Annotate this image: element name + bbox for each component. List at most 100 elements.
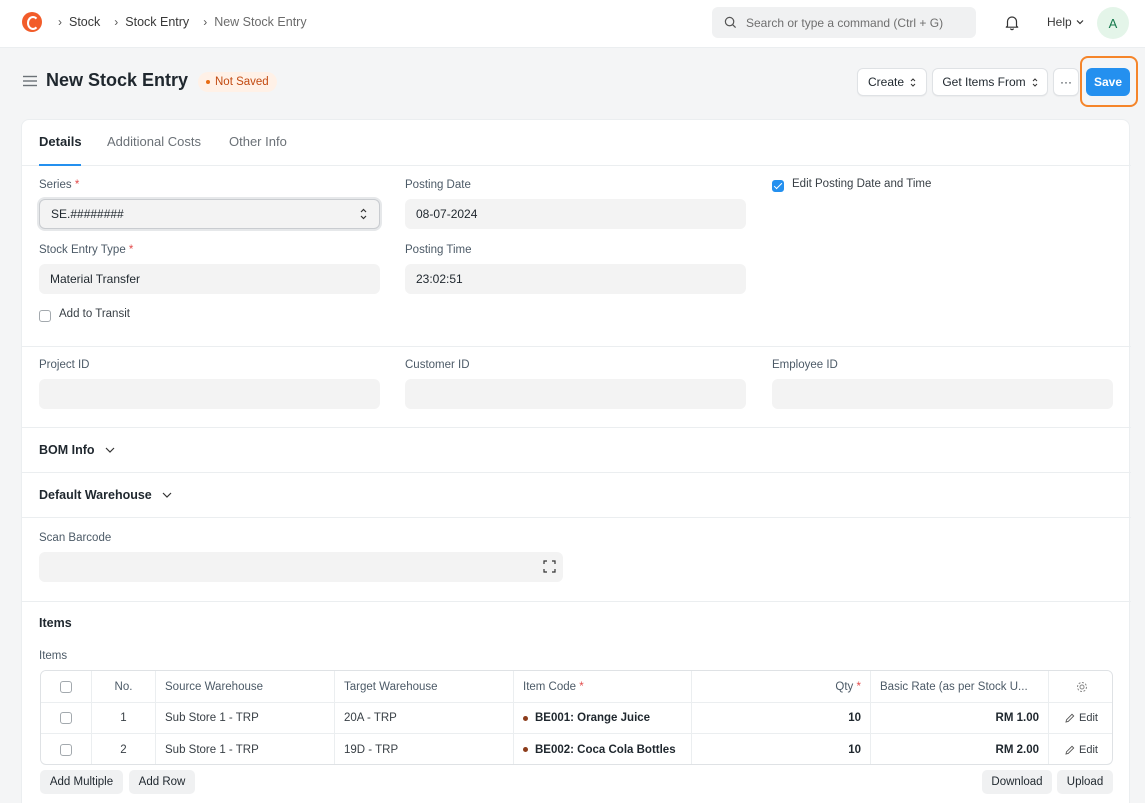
more-icon: ···: [1060, 75, 1072, 89]
row-edit-button[interactable]: Edit: [1065, 712, 1098, 724]
avatar[interactable]: A: [1097, 7, 1129, 39]
breadcrumb-stock-entry[interactable]: Stock Entry: [125, 15, 189, 29]
posting-time-input[interactable]: 23:02:51: [405, 264, 746, 294]
create-label: Create: [867, 75, 905, 89]
pencil-icon: [1065, 745, 1075, 755]
select-all-cell: [41, 671, 92, 702]
chevron-right-icon: ›: [114, 15, 119, 29]
col-source-warehouse: Source Warehouse: [156, 671, 335, 702]
row-qty[interactable]: 10: [692, 703, 871, 733]
series-label: Series *: [39, 179, 80, 191]
edit-label: Edit: [1079, 712, 1098, 724]
row-basic-rate[interactable]: RM 2.00: [871, 734, 1049, 764]
app-logo-icon[interactable]: [22, 12, 42, 32]
col-no: No.: [92, 671, 156, 702]
items-table: No. Source Warehouse Target Warehouse It…: [40, 670, 1113, 765]
posting-date-input[interactable]: 08-07-2024: [405, 199, 746, 229]
add-multiple-button[interactable]: Add Multiple: [40, 770, 123, 794]
employee-id-input[interactable]: [772, 379, 1113, 409]
row-target-warehouse[interactable]: 19D - TRP: [335, 734, 514, 764]
row-no: 2: [92, 734, 156, 764]
default-warehouse-section-toggle[interactable]: Default Warehouse: [39, 488, 172, 502]
row-select-cell: [41, 734, 92, 764]
chevron-down-icon: [162, 492, 172, 498]
table-row[interactable]: 2 Sub Store 1 - TRP 19D - TRP BE002: Coc…: [41, 734, 1112, 764]
breadcrumb-new-stock-entry[interactable]: New Stock Entry: [214, 15, 306, 29]
posting-date-label: Posting Date: [405, 179, 471, 191]
table-row[interactable]: 1 Sub Store 1 - TRP 20A - TRP BE001: Ora…: [41, 703, 1112, 734]
row-qty[interactable]: 10: [692, 734, 871, 764]
navbar: › Stock › Stock Entry › New Stock Entry …: [0, 0, 1145, 48]
select-all-checkbox[interactable]: [60, 680, 72, 693]
bom-info-section-toggle[interactable]: BOM Info: [39, 443, 115, 457]
row-edit-cell: Edit: [1049, 734, 1112, 764]
scan-barcode-input[interactable]: [39, 552, 563, 582]
help-label: Help: [1047, 15, 1072, 29]
status-badge: Not Saved: [198, 72, 277, 92]
item-status-dot: [523, 715, 528, 721]
chevron-right-icon: ›: [58, 15, 62, 29]
search-input[interactable]: Search or type a command (Ctrl + G): [712, 7, 976, 38]
create-button[interactable]: Create: [857, 68, 927, 96]
row-checkbox[interactable]: [60, 712, 72, 724]
row-item-code[interactable]: BE001: Orange Juice: [514, 703, 692, 733]
section-divider: [22, 346, 1131, 347]
download-button[interactable]: Download: [982, 770, 1052, 794]
status-dot: [206, 80, 210, 84]
scan-icon[interactable]: [543, 560, 556, 573]
bom-info-label: BOM Info: [39, 443, 95, 457]
breadcrumb-stock[interactable]: Stock: [69, 15, 100, 29]
row-basic-rate[interactable]: RM 1.00: [871, 703, 1049, 733]
stock-entry-type-input[interactable]: Material Transfer: [39, 264, 380, 294]
add-row-button[interactable]: Add Row: [129, 770, 195, 794]
column-settings-cell: [1049, 671, 1112, 702]
scan-barcode-label: Scan Barcode: [39, 532, 112, 544]
chevron-right-icon: ›: [203, 15, 208, 29]
select-arrows-icon: [360, 208, 367, 220]
item-status-dot: [523, 747, 528, 752]
row-checkbox[interactable]: [60, 743, 72, 756]
gear-icon[interactable]: [1076, 681, 1088, 693]
edit-posting-checkbox[interactable]: [772, 180, 784, 192]
posting-time-label: Posting Time: [405, 244, 472, 256]
series-select[interactable]: SE.########: [39, 199, 380, 229]
sidebar-toggle-icon[interactable]: [23, 75, 37, 90]
col-basic-rate: Basic Rate (as per Stock U...: [871, 671, 1049, 702]
search-icon: [724, 16, 737, 29]
tab-other-info[interactable]: Other Info: [229, 134, 287, 149]
breadcrumb: › Stock › Stock Entry › New Stock Entry: [58, 15, 321, 29]
tab-additional-costs[interactable]: Additional Costs: [107, 134, 201, 149]
row-source-warehouse[interactable]: Sub Store 1 - TRP: [156, 703, 335, 733]
notification-bell-icon[interactable]: [1004, 14, 1020, 34]
select-arrows-icon: [1032, 77, 1038, 87]
row-edit-button[interactable]: Edit: [1065, 744, 1098, 756]
employee-id-label: Employee ID: [772, 359, 838, 371]
col-item-code: Item Code *: [514, 671, 692, 702]
save-button[interactable]: Save: [1086, 68, 1130, 96]
more-actions-button[interactable]: ···: [1053, 68, 1079, 96]
add-to-transit-label: Add to Transit: [59, 308, 130, 320]
page-title: New Stock Entry: [46, 70, 189, 90]
table-header-row: No. Source Warehouse Target Warehouse It…: [41, 671, 1112, 703]
row-item-code[interactable]: BE002: Coca Cola Bottles: [514, 734, 692, 764]
select-arrows-icon: [910, 77, 916, 87]
items-table-label: Items: [39, 650, 68, 662]
get-items-from-button[interactable]: Get Items From: [932, 68, 1048, 96]
upload-button[interactable]: Upload: [1057, 770, 1113, 794]
help-dropdown[interactable]: Help: [1047, 15, 1084, 29]
row-source-warehouse[interactable]: Sub Store 1 - TRP: [156, 734, 335, 764]
section-divider: [22, 601, 1131, 602]
tab-details[interactable]: Details: [39, 134, 82, 149]
section-divider: [22, 472, 1131, 473]
series-value: SE.########: [51, 207, 124, 221]
chevron-down-icon: [1076, 20, 1084, 25]
row-edit-cell: Edit: [1049, 703, 1112, 733]
pencil-icon: [1065, 713, 1075, 723]
project-id-input[interactable]: [39, 379, 380, 409]
add-to-transit-checkbox[interactable]: [39, 310, 51, 322]
items-section-title: Items: [39, 616, 72, 630]
customer-id-input[interactable]: [405, 379, 746, 409]
edit-posting-label: Edit Posting Date and Time: [792, 178, 932, 190]
row-target-warehouse[interactable]: 20A - TRP: [335, 703, 514, 733]
stock-entry-type-label: Stock Entry Type *: [39, 244, 134, 256]
